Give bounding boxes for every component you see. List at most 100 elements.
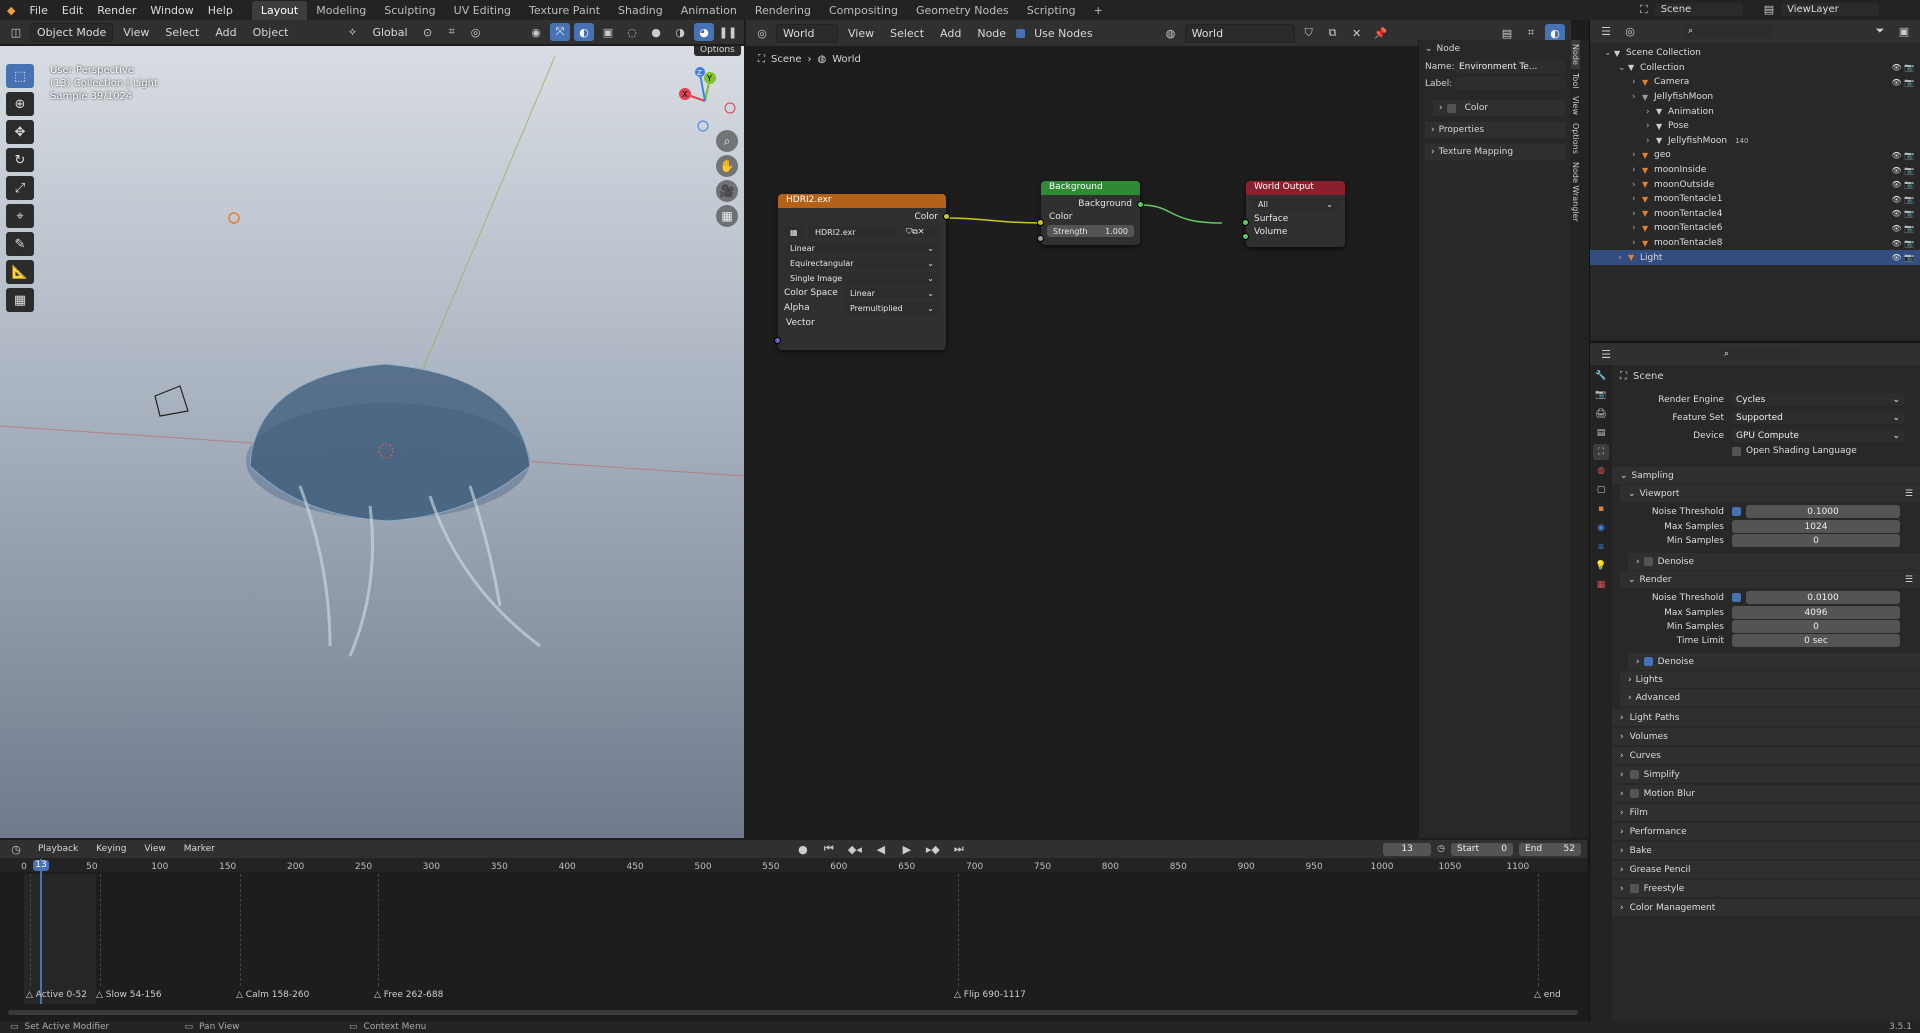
- visibility-toggle-icon[interactable]: 👁 📷: [1891, 78, 1914, 87]
- background-output-socket[interactable]: [1137, 201, 1144, 208]
- sidebar-tab-options[interactable]: Options: [1571, 119, 1580, 158]
- object-tab-icon[interactable]: ▪: [1593, 501, 1609, 517]
- outliner-row[interactable]: ⌄ ▼ Scene Collection: [1590, 46, 1920, 61]
- chevron-right-icon[interactable]: ›: [1632, 180, 1642, 190]
- properties-section[interactable]: › Film: [1612, 804, 1920, 821]
- r-min-field[interactable]: 0: [1732, 620, 1900, 633]
- menu-window[interactable]: Window: [143, 4, 200, 17]
- node-name-field[interactable]: Environment Te...: [1455, 60, 1565, 73]
- volume-input-socket[interactable]: [1242, 233, 1249, 240]
- playhead[interactable]: [40, 859, 42, 1004]
- play-reverse-icon[interactable]: ◀: [871, 840, 891, 858]
- sampling-section[interactable]: ⌄ Sampling: [1612, 467, 1920, 484]
- 3d-viewport[interactable]: ⬚ ⊕ ✥ ↻ ⤢ ⌖ ✎ 📐 ▦ User Perspective (13) …: [0, 46, 744, 838]
- render-tab-icon[interactable]: 📷: [1593, 387, 1609, 403]
- properties-section[interactable]: › Motion Blur: [1612, 785, 1920, 802]
- lights-subsection[interactable]: › Lights: [1620, 671, 1920, 688]
- r-max-field[interactable]: 4096: [1732, 606, 1900, 619]
- chevron-right-icon[interactable]: ›: [1632, 77, 1642, 87]
- visibility-toggle-icon[interactable]: 👁 📷: [1891, 209, 1914, 218]
- outliner-search-field[interactable]: ⌕: [1684, 24, 1774, 38]
- pause-render-icon[interactable]: ❚❚: [718, 23, 738, 41]
- jump-end-icon[interactable]: ⏭: [949, 840, 969, 858]
- sidebar-tab-node-wrangler[interactable]: Node Wrangler: [1571, 158, 1580, 226]
- section-checkbox[interactable]: [1629, 789, 1639, 798]
- interpolation-dropdown[interactable]: Linear ⌄: [784, 242, 940, 254]
- workspace-tab-geometry-nodes[interactable]: Geometry Nodes: [907, 1, 1018, 20]
- chevron-right-icon[interactable]: ›: [1632, 92, 1642, 102]
- menu-help[interactable]: Help: [201, 4, 240, 17]
- chevron-right-icon[interactable]: ›: [1646, 121, 1656, 131]
- timeline-marker[interactable]: △ end: [1534, 990, 1561, 1000]
- r-denoise-subsection[interactable]: › Denoise: [1628, 653, 1920, 670]
- blender-logo-icon[interactable]: ◆: [0, 4, 22, 17]
- section-checkbox[interactable]: [1629, 770, 1639, 779]
- properties-section[interactable]: › Grease Pencil: [1612, 861, 1920, 878]
- outliner-row[interactable]: › ▼ JellyfishMoon: [1590, 90, 1920, 105]
- vp-min-field[interactable]: 0: [1732, 534, 1900, 547]
- visibility-toggle-icon[interactable]: 👁 📷: [1891, 239, 1914, 248]
- menu-render[interactable]: Render: [90, 4, 143, 17]
- add-workspace-button[interactable]: +: [1085, 1, 1112, 20]
- strength-input-socket[interactable]: [1037, 235, 1044, 242]
- outliner-row[interactable]: › ▼ moonTentacle1 👁 📷: [1590, 192, 1920, 207]
- r-noise-field[interactable]: 0.0100: [1746, 591, 1900, 604]
- shading-material-icon[interactable]: ◑: [670, 23, 690, 41]
- timeline-menu-view[interactable]: View: [138, 842, 171, 856]
- texture-mapping-subsection[interactable]: › Texture Mapping: [1425, 144, 1565, 160]
- viewport-menu-select[interactable]: Select: [159, 24, 205, 41]
- properties-editor-type-icon[interactable]: ☰: [1596, 345, 1616, 363]
- strength-field[interactable]: Strength 1.000: [1047, 225, 1134, 237]
- chevron-right-icon[interactable]: ›: [1632, 223, 1642, 233]
- section-checkbox[interactable]: [1629, 884, 1639, 893]
- properties-section[interactable]: › Curves: [1612, 747, 1920, 764]
- projection-dropdown[interactable]: Equirectangular ⌄: [784, 257, 940, 269]
- sidebar-tab-node[interactable]: Node: [1571, 40, 1580, 69]
- presets-icon[interactable]: ☰: [1905, 575, 1913, 585]
- outliner-row[interactable]: › ▼ moonOutside 👁 📷: [1590, 177, 1920, 192]
- workspace-tab-uv-editing[interactable]: UV Editing: [445, 1, 520, 20]
- sidebar-tab-tool[interactable]: Tool: [1571, 69, 1580, 93]
- node-section-header[interactable]: ⌄ Node: [1419, 40, 1571, 58]
- color-checkbox[interactable]: [1446, 103, 1456, 113]
- properties-section[interactable]: › Color Management: [1612, 899, 1920, 916]
- vp-max-field[interactable]: 1024: [1732, 520, 1900, 533]
- workspace-tab-rendering[interactable]: Rendering: [746, 1, 820, 20]
- select-box-tool[interactable]: ⬚: [6, 64, 34, 88]
- scene-tab-icon[interactable]: ⛶: [1593, 444, 1609, 460]
- sidebar-tab-view[interactable]: View: [1571, 92, 1580, 119]
- output-tab-icon[interactable]: 🖨: [1593, 406, 1609, 422]
- visibility-toggle-icon[interactable]: 👁 📷: [1891, 180, 1914, 189]
- viewport-menu-add[interactable]: Add: [209, 24, 242, 41]
- color-space-dropdown[interactable]: Linear ⌄: [844, 287, 940, 299]
- object-data-tab-icon[interactable]: 💡: [1593, 558, 1609, 574]
- outliner-row[interactable]: › ▼ geo 👁 📷: [1590, 148, 1920, 163]
- outliner[interactable]: ☰ ◎ ⌕ ⏷ ▣ ⌄ ▼ Scene Collection ⌄ ▼ Collection…: [1589, 20, 1920, 340]
- timeline-menu-playback[interactable]: Playback: [32, 842, 84, 856]
- play-icon[interactable]: ▶: [897, 840, 917, 858]
- chevron-right-icon[interactable]: ›: [1646, 136, 1656, 146]
- next-keyframe-icon[interactable]: ▸◆: [923, 840, 943, 858]
- osl-checkbox[interactable]: [1732, 446, 1741, 456]
- properties-subsection[interactable]: › Properties: [1425, 122, 1565, 138]
- image-actions-icon[interactable]: ⛉⧉✕: [900, 226, 940, 238]
- tool-tab-icon[interactable]: 🔧: [1593, 368, 1609, 384]
- jump-start-icon[interactable]: ⏮: [819, 840, 839, 858]
- pan-hand-icon[interactable]: ✋: [716, 155, 738, 177]
- workspace-tab-texture-paint[interactable]: Texture Paint: [520, 1, 609, 20]
- hdri-image-name[interactable]: HDRI2.exr: [809, 226, 897, 238]
- add-cube-tool[interactable]: ▦: [6, 288, 34, 312]
- alpha-dropdown[interactable]: Premultiplied ⌄: [844, 302, 940, 314]
- navigation-gizmo[interactable]: X Y Z: [670, 66, 740, 136]
- move-tool[interactable]: ✥: [6, 120, 34, 144]
- color-subsection[interactable]: › Color: [1433, 100, 1565, 116]
- vp-noise-field[interactable]: 0.1000: [1746, 505, 1900, 518]
- viewport-subsection[interactable]: ⌄ Viewport ☰: [1620, 485, 1920, 502]
- workspace-tab-scripting[interactable]: Scripting: [1018, 1, 1085, 20]
- device-dropdown[interactable]: GPU Compute ⌄: [1732, 429, 1904, 442]
- outliner-row[interactable]: › ▼ JellyfishMoon 140: [1590, 134, 1920, 149]
- properties-section[interactable]: › Light Paths: [1612, 709, 1920, 726]
- world-output-node-title[interactable]: World Output: [1246, 181, 1345, 195]
- outliner-row[interactable]: › ▼ moonInside 👁 📷: [1590, 163, 1920, 178]
- snap-icon[interactable]: ⌗: [442, 23, 462, 41]
